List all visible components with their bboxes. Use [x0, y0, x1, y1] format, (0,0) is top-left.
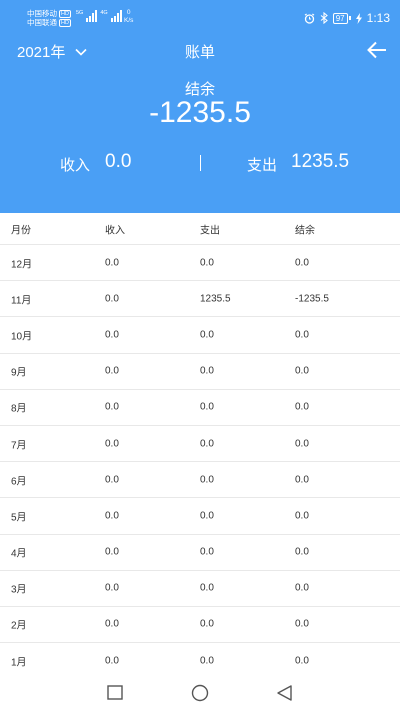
- cell-balance: 0.0: [295, 618, 309, 630]
- home-icon[interactable]: [190, 684, 210, 702]
- expense-label: 支出: [247, 157, 278, 174]
- cell-income: 0.0: [105, 510, 119, 522]
- cell-income: 0.0: [105, 257, 119, 269]
- cell-expense: 1235.5: [200, 293, 231, 305]
- cell-month: 6月: [11, 476, 27, 488]
- cell-balance: 0.0: [295, 438, 309, 450]
- cell-income: 0.0: [105, 474, 119, 486]
- cell-income: 0.0: [105, 618, 119, 630]
- column-header-income: 收入: [105, 225, 125, 236]
- cell-expense: 0.0: [200, 474, 214, 486]
- cell-balance: 0.0: [295, 510, 309, 522]
- charging-icon: [355, 12, 362, 24]
- status-bar: 中国移动 HD 中国联通 HD 5G 4G 0 K/s 97 1:13: [0, 0, 400, 36]
- table-row[interactable]: 6月 0.0 0.0 0.0: [0, 462, 400, 499]
- cell-balance: 0.0: [295, 365, 309, 377]
- network-type-2: 4G: [100, 10, 108, 16]
- cell-expense: 0.0: [200, 365, 214, 377]
- cell-month: 2月: [11, 620, 27, 632]
- table-row[interactable]: 9月 0.0 0.0 0.0: [0, 354, 400, 390]
- cell-expense: 0.0: [200, 618, 214, 630]
- cell-balance: 0.0: [295, 329, 309, 341]
- signal-icon: [110, 10, 122, 22]
- column-header-month: 月份: [11, 225, 31, 236]
- system-nav-bar: [0, 675, 400, 711]
- cell-expense: 0.0: [200, 257, 214, 269]
- cell-balance: 0.0: [295, 546, 309, 558]
- table-row[interactable]: 7月 0.0 0.0 0.0: [0, 426, 400, 463]
- table-row[interactable]: 11月 0.0 1235.5 -1235.5: [0, 281, 400, 318]
- cell-month: 10月: [11, 331, 33, 343]
- hd-badge: HD: [59, 18, 71, 27]
- monthly-table: 月份 收入 支出 结余 12月 0.0 0.0 0.0 11月 0.0 1235.5 -12…: [0, 213, 400, 680]
- cell-expense: 0.0: [200, 510, 214, 522]
- network-type-1: 5G: [76, 10, 84, 16]
- cell-expense: 0.0: [200, 582, 214, 594]
- status-right: 97 1:13: [304, 11, 390, 25]
- income-value: 0.0: [105, 151, 132, 172]
- carrier-info: 中国移动 HD 中国联通 HD: [27, 9, 71, 27]
- cell-month: 12月: [11, 259, 33, 271]
- battery-icon: 97: [332, 12, 351, 24]
- cell-balance: -1235.5: [295, 293, 329, 305]
- table-row[interactable]: 2月 0.0 0.0 0.0: [0, 607, 400, 644]
- expense-value: 1235.5: [291, 151, 350, 172]
- table-row[interactable]: 12月 0.0 0.0 0.0: [0, 245, 400, 282]
- table-row[interactable]: 8月 0.0 0.0 0.0: [0, 390, 400, 426]
- carrier-2: 中国联通: [27, 18, 57, 27]
- cell-month: 11月: [11, 295, 32, 307]
- cell-month: 4月: [11, 548, 27, 560]
- page-title: 账单: [184, 44, 215, 61]
- income-label: 收入: [60, 157, 91, 174]
- signal-indicators: 5G 4G: [76, 10, 122, 22]
- back-triangle-icon[interactable]: [275, 684, 295, 702]
- table-row[interactable]: 4月 0.0 0.0 0.0: [0, 535, 400, 571]
- summary-header: 2021年 账单 结余 -1235.5 收入 0.0 支出 1235.5: [0, 36, 400, 213]
- clock: 1:13: [366, 11, 390, 25]
- cell-expense: 0.0: [200, 401, 214, 413]
- cell-month: 9月: [11, 367, 27, 379]
- network-speed: 0 K/s: [124, 9, 134, 24]
- cell-month: 7月: [11, 440, 27, 452]
- cell-balance: 0.0: [295, 582, 309, 594]
- column-header-balance: 结余: [295, 225, 315, 236]
- cell-balance: 0.0: [295, 655, 309, 667]
- table-header: 月份 收入 支出 结余: [0, 213, 400, 245]
- cell-month: 1月: [11, 657, 27, 669]
- cell-income: 0.0: [105, 329, 119, 341]
- cell-income: 0.0: [105, 401, 119, 413]
- cell-expense: 0.0: [200, 655, 214, 667]
- column-header-expense: 支出: [200, 225, 220, 236]
- summary-divider: [200, 155, 201, 171]
- bluetooth-icon: [320, 12, 328, 24]
- recent-apps-icon[interactable]: [105, 684, 125, 702]
- cell-balance: 0.0: [295, 474, 309, 486]
- cell-month: 3月: [11, 584, 27, 596]
- back-arrow-icon[interactable]: [366, 39, 388, 61]
- table-row[interactable]: 10月 0.0 0.0 0.0: [0, 317, 400, 354]
- cell-month: 5月: [11, 512, 27, 524]
- cell-expense: 0.0: [200, 546, 214, 558]
- cell-income: 0.0: [105, 582, 119, 594]
- cell-income: 0.0: [105, 293, 119, 305]
- cell-income: 0.0: [105, 438, 119, 450]
- cell-income: 0.0: [105, 546, 119, 558]
- cell-balance: 0.0: [295, 257, 309, 269]
- alarm-icon: [304, 13, 315, 24]
- carrier-1: 中国移动: [27, 9, 57, 18]
- cell-expense: 0.0: [200, 329, 214, 341]
- signal-icon: [86, 10, 98, 22]
- balance-value: -1235.5: [149, 96, 251, 129]
- table-row[interactable]: 5月 0.0 0.0 0.0: [0, 498, 400, 535]
- cell-income: 0.0: [105, 655, 119, 667]
- cell-expense: 0.0: [200, 438, 214, 450]
- cell-income: 0.0: [105, 365, 119, 377]
- table-row[interactable]: 1月 0.0 0.0 0.0: [0, 643, 400, 680]
- cell-month: 8月: [11, 403, 27, 415]
- table-row[interactable]: 3月 0.0 0.0 0.0: [0, 571, 400, 607]
- cell-balance: 0.0: [295, 401, 309, 413]
- hd-badge: HD: [59, 9, 71, 18]
